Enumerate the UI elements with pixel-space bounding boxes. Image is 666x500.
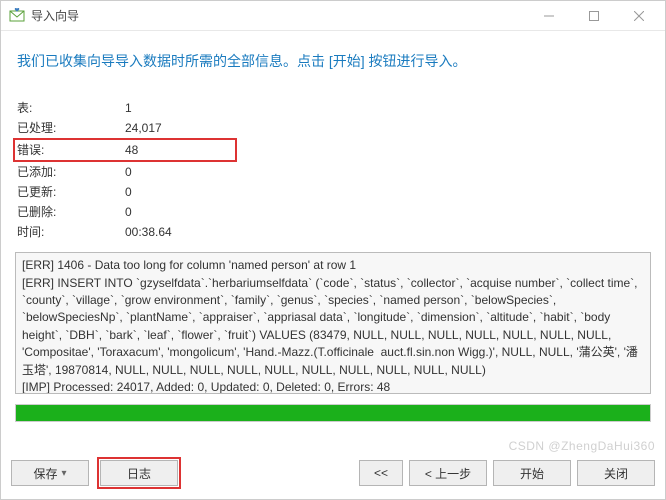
maximize-icon: [589, 11, 599, 21]
log-textarea[interactable]: [ERR] 1406 - Data too long for column 'n…: [15, 252, 651, 394]
stat-label: 已处理:: [15, 118, 125, 138]
stat-row-processed: 已处理: 24,017: [15, 118, 651, 138]
close-icon: [634, 11, 644, 21]
window-title: 导入向导: [31, 7, 526, 24]
chevron-down-icon: ▾: [61, 468, 66, 479]
stats-table: 表: 1 已处理: 24,017 错误: 48 已添加: 0 已更新: 0 已删…: [15, 98, 651, 242]
log-button-label: 日志: [127, 465, 151, 482]
prev-button[interactable]: < 上一步: [409, 460, 487, 486]
minimize-icon: [544, 11, 554, 21]
stat-value: 0: [125, 162, 205, 182]
prev-button-label: < 上一步: [425, 465, 471, 482]
stat-label: 已添加:: [15, 162, 125, 182]
maximize-button[interactable]: [571, 1, 616, 30]
stat-row-updated: 已更新: 0: [15, 182, 651, 202]
progress-bar: [15, 404, 651, 422]
footer: 保存 ▾ 日志 << < 上一步 开始 关闭: [1, 449, 665, 499]
stat-row-deleted: 已删除: 0: [15, 202, 651, 222]
stat-label: 时间:: [15, 222, 125, 242]
minimize-button[interactable]: [526, 1, 571, 30]
close-button[interactable]: [616, 1, 661, 30]
start-button[interactable]: 开始: [493, 460, 571, 486]
close-footer-button[interactable]: 关闭: [577, 460, 655, 486]
stat-label: 已删除:: [15, 202, 125, 222]
intro-text: 我们已收集向导导入数据时所需的全部信息。点击 [开始] 按钮进行导入。: [15, 41, 651, 98]
progress-fill: [16, 405, 650, 421]
stat-row-added: 已添加: 0: [15, 162, 651, 182]
save-button[interactable]: 保存 ▾: [11, 460, 89, 486]
stat-row-time: 时间: 00:38.64: [15, 222, 651, 242]
stat-label: 已更新:: [15, 182, 125, 202]
errors-highlight: 错误: 48: [13, 138, 237, 162]
save-button-label: 保存: [33, 465, 57, 482]
stat-value: 00:38.64: [125, 222, 205, 242]
start-button-label: 开始: [520, 465, 544, 482]
first-page-button[interactable]: <<: [359, 460, 403, 486]
first-page-label: <<: [374, 466, 388, 480]
log-button-highlight: 日志: [97, 457, 181, 489]
stat-value: 48: [125, 140, 205, 160]
close-footer-label: 关闭: [604, 465, 628, 482]
stat-label: 错误:: [15, 140, 125, 160]
log-button[interactable]: 日志: [100, 460, 178, 486]
window-controls: [526, 1, 661, 30]
stat-value: 24,017: [125, 118, 205, 138]
stat-row-errors: 错误: 48: [15, 138, 651, 162]
stat-label: 表:: [15, 98, 125, 118]
app-icon: [9, 8, 25, 24]
stat-value: 0: [125, 202, 205, 222]
stat-value: 0: [125, 182, 205, 202]
titlebar: 导入向导: [1, 1, 665, 31]
stat-value: 1: [125, 98, 205, 118]
stat-row-table: 表: 1: [15, 98, 651, 118]
